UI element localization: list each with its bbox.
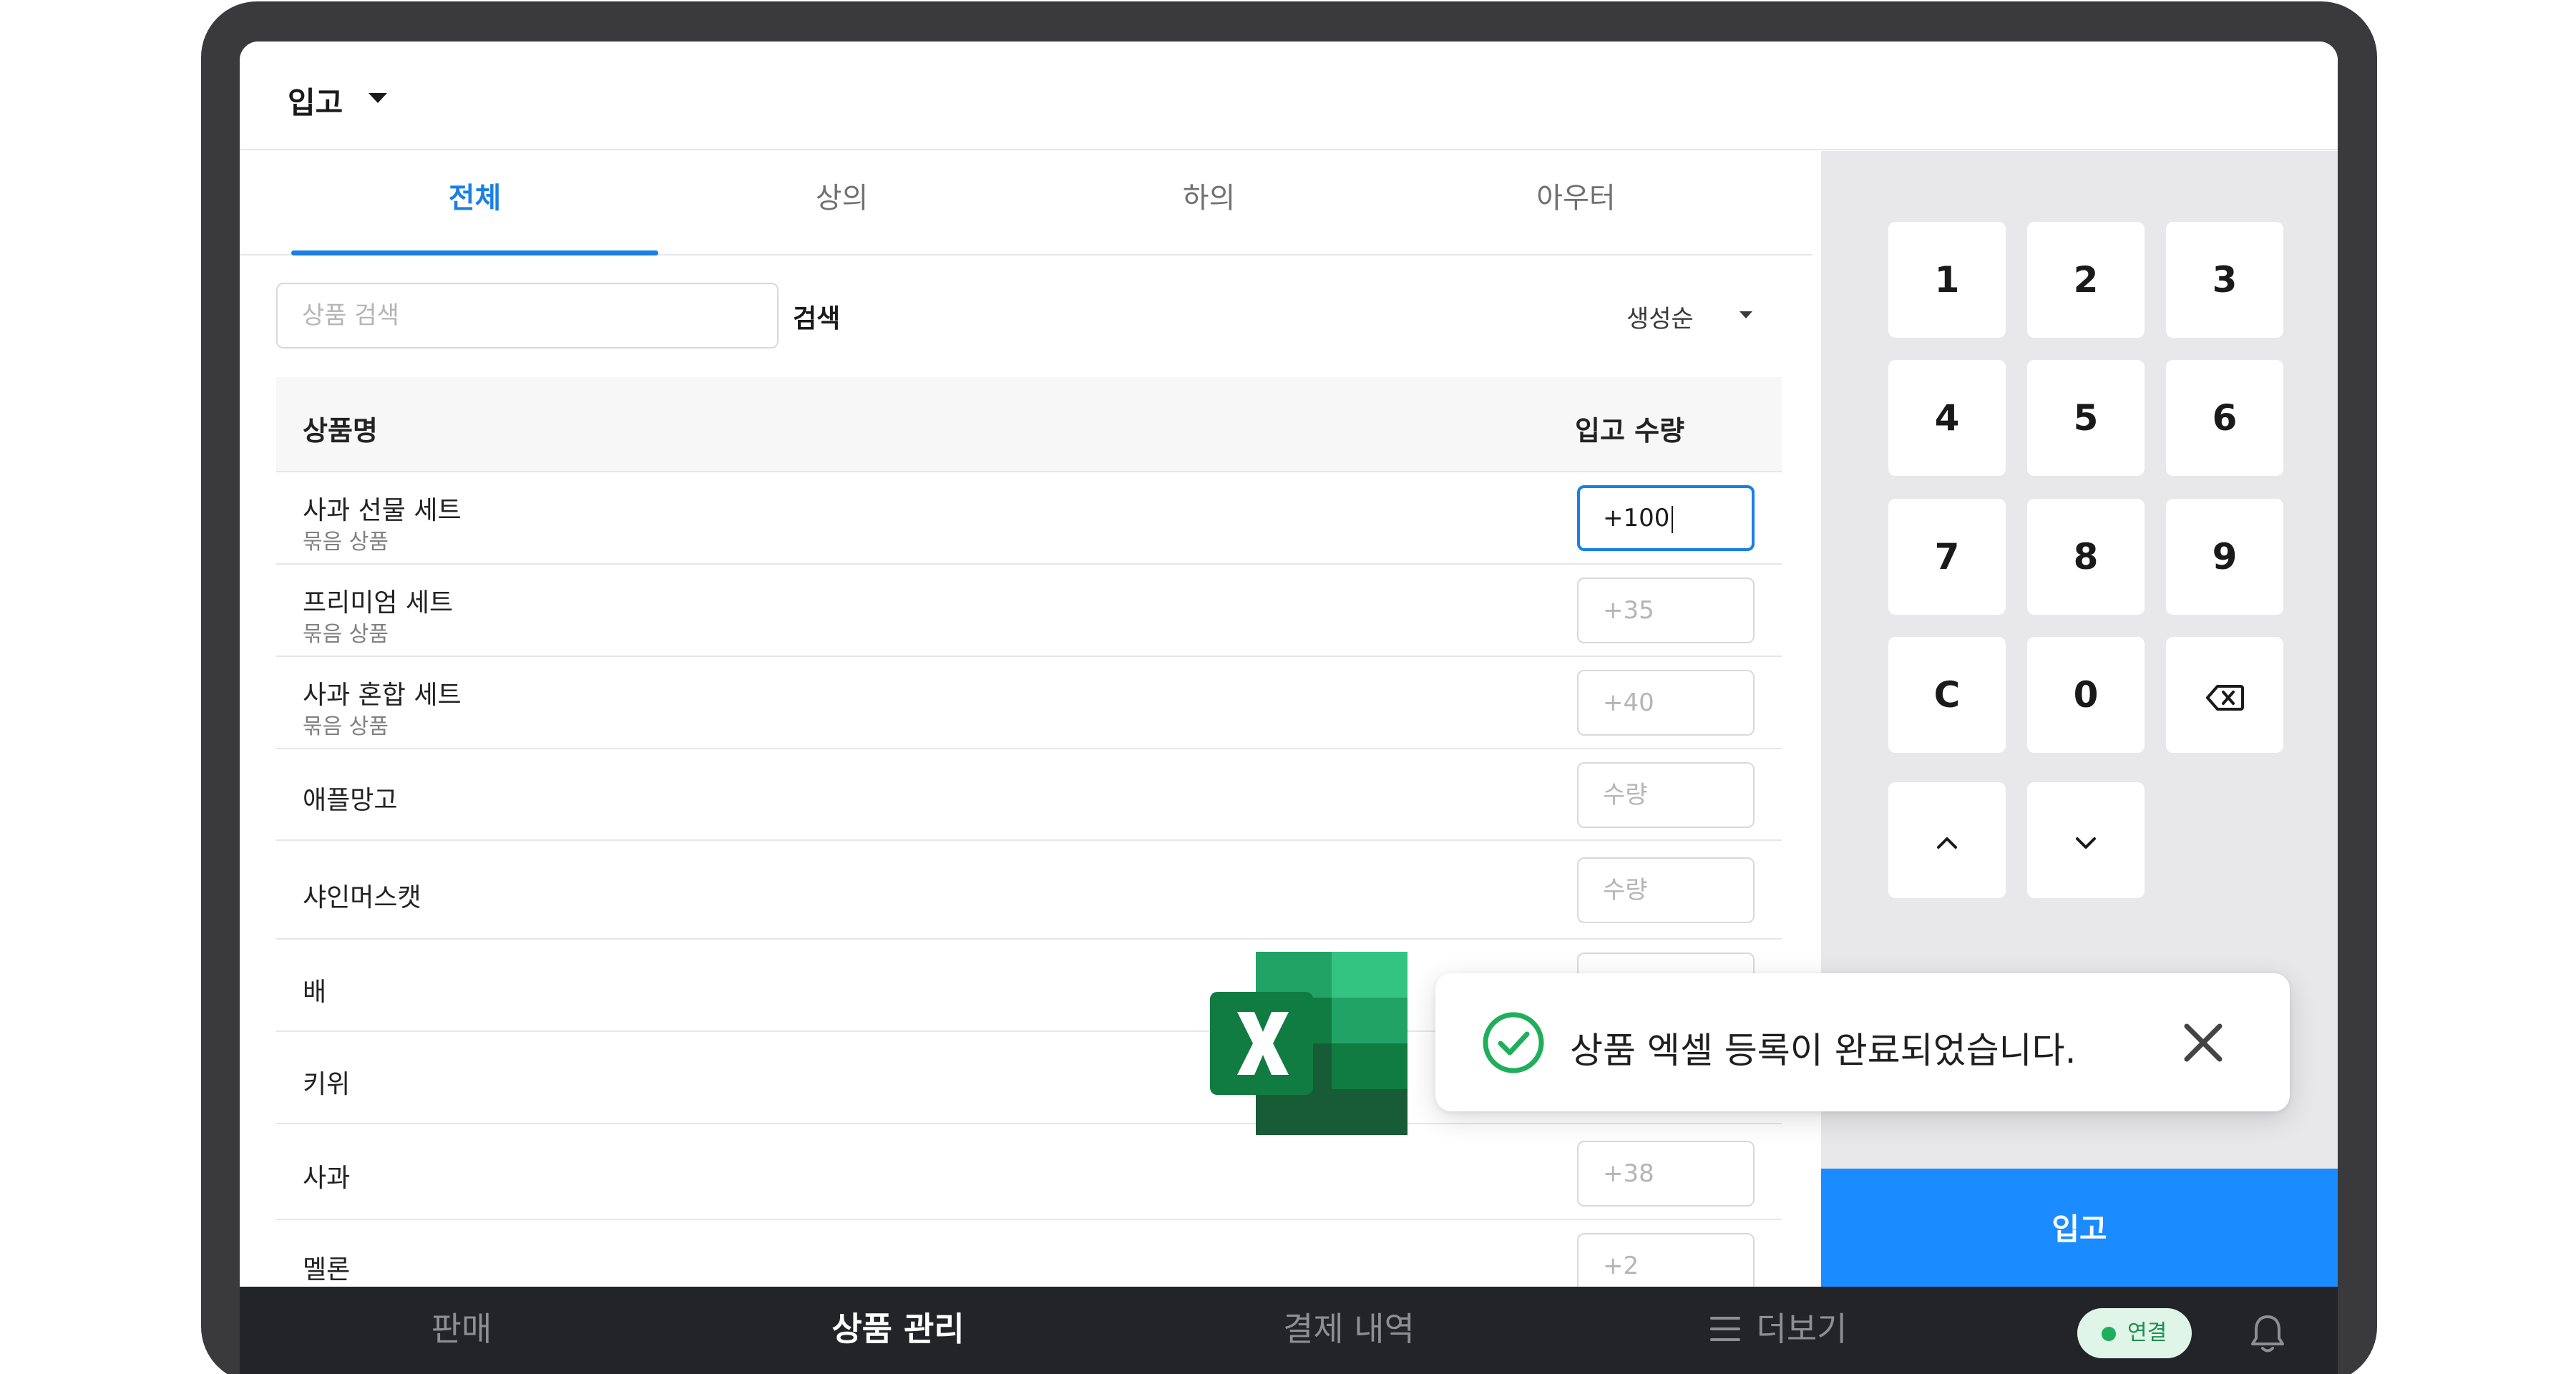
- quantity-input[interactable]: +38: [1577, 1141, 1755, 1207]
- table-row[interactable]: 사과 +38: [276, 1124, 1782, 1220]
- bottom-navigation: 판매 상품 관리 결제 내역 더보기 연결: [240, 1287, 2338, 1374]
- product-name: 프리미엄 세트: [303, 588, 454, 618]
- table-row[interactable]: 애플망고 수량: [276, 749, 1782, 841]
- nav-more-label: 더보기: [1756, 1310, 1848, 1348]
- caret-down-icon[interactable]: [369, 93, 387, 103]
- product-list-panel: 전체 상의 하의 아우터 검색 생성순 상품명 입고 수량 사과 선물 세트 묶…: [240, 151, 1813, 1324]
- menu-icon: [1709, 1316, 1740, 1341]
- success-toast: 상품 엑셀 등록이 완료되었습니다.: [1435, 973, 2290, 1111]
- product-name: 멜론: [303, 1255, 351, 1285]
- quantity-input[interactable]: 수량: [1577, 857, 1755, 923]
- tab-bottoms[interactable]: 하의: [1025, 151, 1392, 255]
- backspace-icon: [2206, 684, 2244, 711]
- toast-message: 상품 엑셀 등록이 완료되었습니다.: [1570, 1030, 2077, 1071]
- check-circle-icon: [1483, 1012, 1544, 1073]
- search-input[interactable]: [276, 283, 779, 349]
- table-row[interactable]: 사과 선물 세트 묶음 상품 +100: [276, 472, 1782, 565]
- bell-icon[interactable]: [2249, 1312, 2286, 1355]
- product-name: 사과 선물 세트: [303, 496, 462, 525]
- app-screen: 입고 전체 상의 하의 아우터 검색 생성순 상품명 입고 수량 사과 선물 세…: [240, 42, 2338, 1374]
- table-header: 상품명 입고 수량: [276, 377, 1782, 472]
- key-7[interactable]: 7: [1888, 499, 2006, 615]
- tab-all[interactable]: 전체: [291, 151, 658, 255]
- connection-status-badge: 연결: [2077, 1308, 2192, 1358]
- connection-label: 연결: [2127, 1320, 2167, 1345]
- category-tabs: 전체 상의 하의 아우터: [240, 151, 1813, 255]
- quantity-input[interactable]: +40: [1577, 670, 1755, 736]
- nav-product-management[interactable]: 상품 관리: [798, 1287, 998, 1374]
- table-row[interactable]: 프리미엄 세트 묶음 상품 +35: [276, 565, 1782, 657]
- key-3[interactable]: 3: [2166, 222, 2283, 338]
- caret-down-icon[interactable]: [1740, 311, 1752, 318]
- key-8[interactable]: 8: [2027, 499, 2145, 615]
- close-icon[interactable]: [2181, 1020, 2225, 1065]
- key-4[interactable]: 4: [1888, 360, 2006, 476]
- key-1[interactable]: 1: [1888, 222, 2006, 338]
- key-up[interactable]: [1888, 782, 2006, 898]
- product-type: 묶음 상품: [303, 530, 389, 555]
- key-2[interactable]: 2: [2027, 222, 2145, 338]
- key-down[interactable]: [2027, 782, 2145, 898]
- nav-sell[interactable]: 판매: [361, 1287, 562, 1374]
- product-name: 키위: [303, 1070, 351, 1099]
- column-header-name: 상품명: [303, 415, 378, 447]
- sort-dropdown[interactable]: 생성순: [1626, 299, 1694, 334]
- key-9[interactable]: 9: [2166, 499, 2283, 615]
- product-name: 배: [303, 978, 327, 1007]
- excel-logo-icon: [1210, 952, 1407, 1135]
- column-header-quantity: 입고 수량: [1575, 415, 1685, 447]
- search-button[interactable]: 검색: [793, 298, 840, 335]
- nav-payment-history[interactable]: 결제 내역: [1241, 1287, 1456, 1374]
- table-row[interactable]: 사과 혼합 세트 묶음 상품 +40: [276, 657, 1782, 749]
- quantity-input[interactable]: 수량: [1577, 762, 1755, 828]
- product-table-body: 사과 선물 세트 묶음 상품 +100 프리미엄 세트 묶음 상품 +35 사과…: [276, 472, 1782, 1312]
- key-0[interactable]: 0: [2027, 637, 2145, 753]
- nav-more[interactable]: 더보기: [1671, 1287, 1885, 1374]
- keypad-panel: 1 2 3 4 5 6 7 8 9 C 0 입고: [1821, 151, 2338, 1324]
- product-type: 묶음 상품: [303, 714, 389, 739]
- mode-selector-label[interactable]: 입고: [288, 79, 343, 122]
- chevron-up-icon: [1937, 837, 1957, 849]
- product-name: 사과 혼합 세트: [303, 681, 462, 710]
- top-header: 입고: [240, 42, 2338, 150]
- key-backspace[interactable]: [2166, 637, 2283, 753]
- table-row[interactable]: 샤인머스캣 수량: [276, 841, 1782, 940]
- key-clear[interactable]: C: [1888, 637, 2006, 753]
- product-name: 애플망고: [303, 786, 398, 815]
- key-6[interactable]: 6: [2166, 360, 2283, 476]
- product-name: 샤인머스캣: [303, 883, 421, 912]
- product-name: 사과: [303, 1164, 351, 1193]
- status-dot-icon: [2102, 1327, 2116, 1341]
- tab-tops[interactable]: 상의: [658, 151, 1025, 255]
- tab-outerwear[interactable]: 아우터: [1392, 151, 1760, 255]
- product-type: 묶음 상품: [303, 622, 389, 647]
- key-5[interactable]: 5: [2027, 360, 2145, 476]
- quantity-input[interactable]: +35: [1577, 578, 1755, 643]
- chevron-down-icon: [2076, 837, 2096, 849]
- quantity-input[interactable]: +100: [1577, 485, 1755, 551]
